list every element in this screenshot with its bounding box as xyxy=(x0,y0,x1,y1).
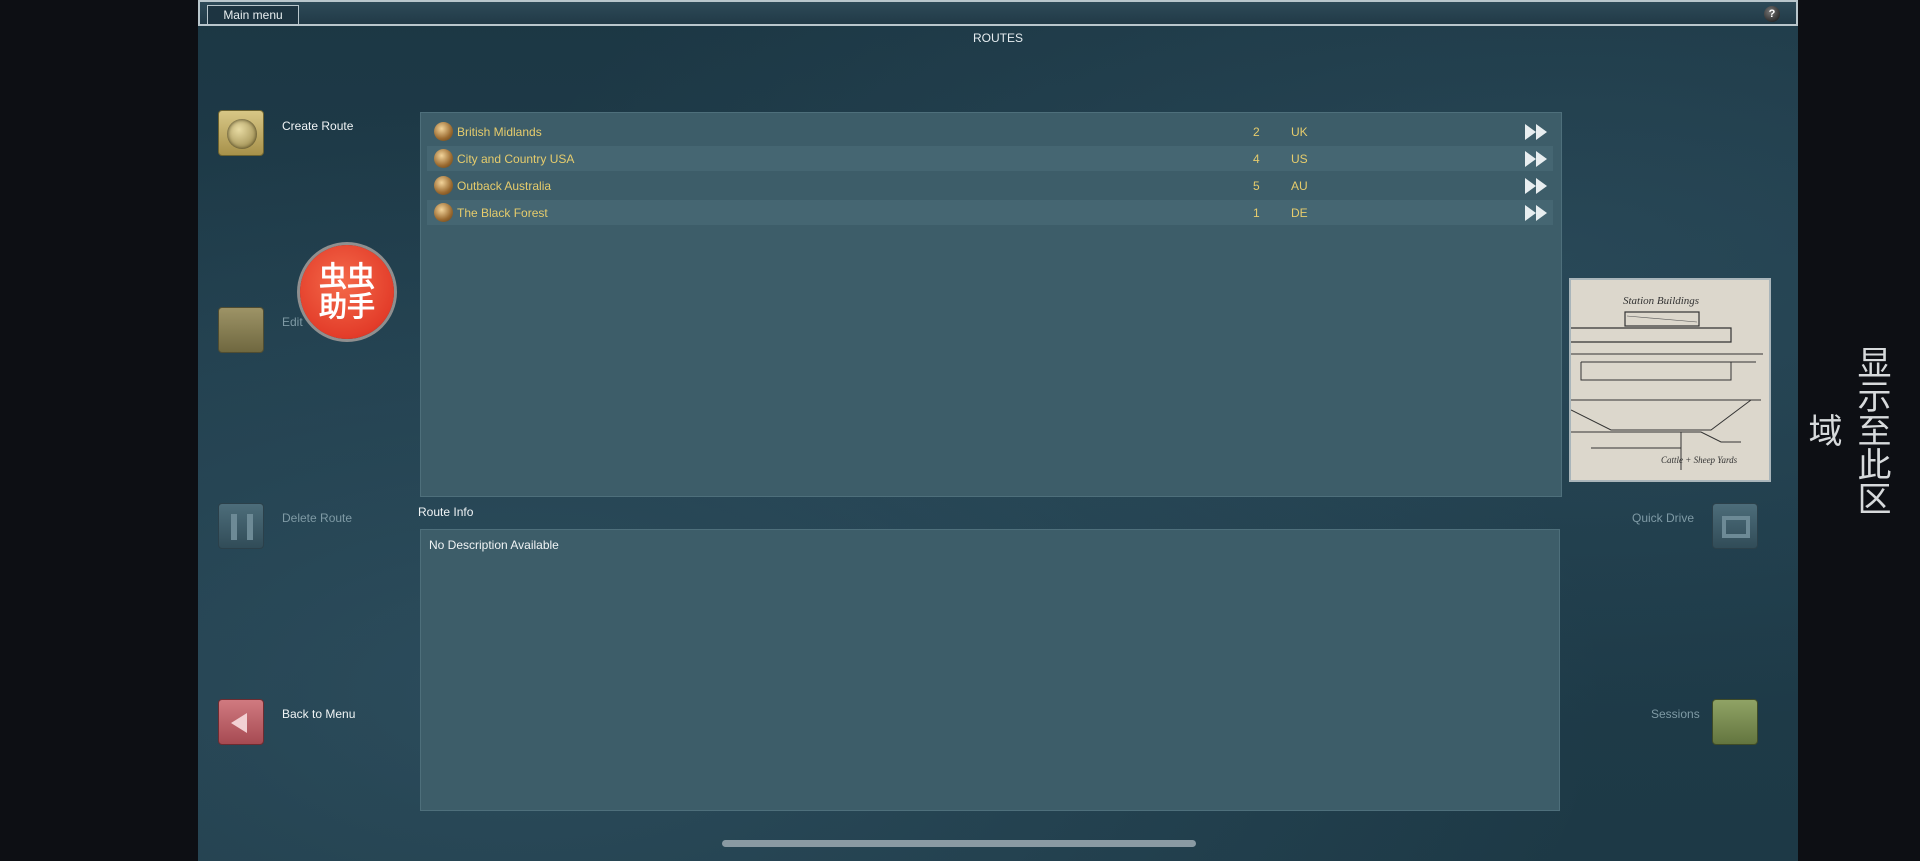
create-route-label: Create Route xyxy=(282,119,354,133)
trash-icon xyxy=(231,514,253,540)
scrollbar[interactable] xyxy=(722,840,1196,847)
route-ball-icon xyxy=(434,122,453,141)
route-preview-image: Station Buildings Cattle + Sheep Yards xyxy=(1569,278,1771,482)
route-row[interactable]: British Midlands 2 UK xyxy=(427,119,1553,144)
route-row[interactable]: The Black Forest 1 DE xyxy=(427,200,1553,225)
back-to-menu-button[interactable] xyxy=(218,699,264,745)
sketch-caption-bottom: Cattle + Sheep Yards xyxy=(1661,455,1738,465)
help-icon[interactable]: ? xyxy=(1764,6,1780,22)
display-area-note: 显示至此区域 xyxy=(1803,345,1890,515)
sessions-button[interactable] xyxy=(1712,699,1758,745)
create-route-button[interactable] xyxy=(218,110,264,156)
route-name: The Black Forest xyxy=(457,206,548,220)
fast-forward-icon[interactable] xyxy=(1525,178,1549,194)
route-sketch: Station Buildings Cattle + Sheep Yards xyxy=(1570,295,1763,470)
sketch-caption-top: Station Buildings xyxy=(1623,295,1699,307)
route-ball-icon xyxy=(434,203,453,222)
main-menu-button[interactable]: Main menu xyxy=(207,5,299,25)
route-name: Outback Australia xyxy=(457,179,552,193)
route-row[interactable]: City and Country USA 4 US xyxy=(427,146,1553,171)
route-row[interactable]: Outback Australia 5 AU xyxy=(427,173,1553,198)
route-region: US xyxy=(1291,152,1308,166)
back-arrow-icon xyxy=(231,713,247,733)
top-bar: Main menu ? xyxy=(198,0,1798,26)
route-region: AU xyxy=(1291,179,1308,193)
page-title: ROUTES xyxy=(972,31,1023,45)
assistant-badge-line2: 助手 xyxy=(318,291,375,322)
coin-icon xyxy=(227,119,257,149)
route-name: City and Country USA xyxy=(457,152,575,166)
route-info-label: Route Info xyxy=(418,505,474,519)
route-list[interactable]: British Midlands 2 UK City and Country U… xyxy=(420,112,1562,497)
fast-forward-icon[interactable] xyxy=(1525,205,1549,221)
sessions-label: Sessions xyxy=(1651,707,1700,721)
route-ball-icon xyxy=(434,176,453,195)
back-to-menu-label: Back to Menu xyxy=(282,707,356,721)
quick-drive-icon xyxy=(1722,516,1750,538)
assistant-badge-line1: 虫虫 xyxy=(318,261,375,292)
delete-route-button[interactable] xyxy=(218,503,264,549)
delete-route-label: Delete Route xyxy=(282,511,353,525)
quick-drive-button[interactable] xyxy=(1712,503,1758,549)
route-description: No Description Available xyxy=(429,538,559,552)
assistant-badge[interactable]: 虫虫 助手 xyxy=(300,245,394,339)
route-region: DE xyxy=(1291,206,1308,220)
fast-forward-icon[interactable] xyxy=(1525,151,1549,167)
routes-screen: Main menu ? ROUTES Create Route Edit Del… xyxy=(198,0,1798,861)
route-count: 2 xyxy=(1253,125,1260,139)
route-name: British Midlands xyxy=(457,125,542,139)
route-count: 5 xyxy=(1253,179,1260,193)
route-region: UK xyxy=(1291,125,1308,139)
route-info-panel: No Description Available xyxy=(420,529,1560,811)
route-count: 4 xyxy=(1253,152,1260,166)
edit-route-button[interactable] xyxy=(218,307,264,353)
fast-forward-icon[interactable] xyxy=(1525,124,1549,140)
route-count: 1 xyxy=(1253,206,1260,220)
quick-drive-label: Quick Drive xyxy=(1632,511,1695,525)
route-ball-icon xyxy=(434,149,453,168)
